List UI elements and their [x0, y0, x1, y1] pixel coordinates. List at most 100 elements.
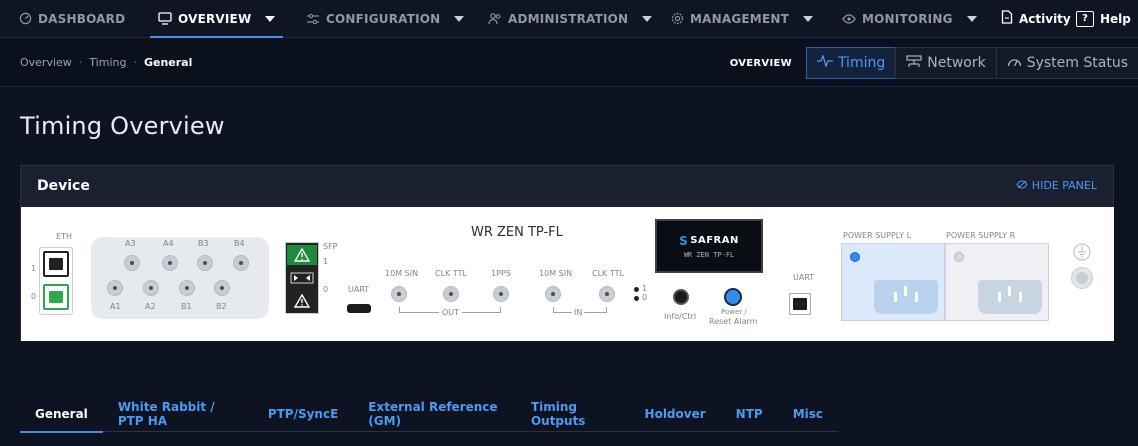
out-10m-sin-port[interactable] — [391, 286, 407, 302]
nav-monitoring-label: MONITORING — [862, 11, 953, 26]
port-a2-label: A2 — [145, 302, 156, 311]
panel-header: Device HIDE PANEL — [21, 166, 1113, 206]
ground-icon — [1073, 243, 1091, 265]
tab-system-status[interactable]: System Status — [995, 47, 1138, 79]
help-button[interactable]: ? Help — [1076, 10, 1131, 27]
info-ctrl-button[interactable] — [673, 289, 689, 305]
out-clk-ttl-port[interactable] — [443, 286, 459, 302]
nav-dashboard-label: DASHBOARD — [38, 11, 126, 26]
power-inlet-icon — [978, 280, 1042, 314]
in-10m-sin-port[interactable] — [545, 286, 561, 302]
breadcrumb-separator: · — [133, 56, 137, 69]
tab-timing-outputs[interactable]: Timing Outputs — [516, 396, 630, 432]
tab-general[interactable]: General — [20, 396, 103, 433]
chevron-down-icon — [966, 15, 977, 22]
port-a1[interactable] — [107, 280, 123, 296]
breadcrumb-separator: · — [78, 56, 83, 69]
power-supply-left[interactable] — [841, 243, 945, 321]
eye-off-icon — [1016, 179, 1028, 192]
port-b1[interactable] — [179, 280, 195, 296]
psu-right-label: POWER SUPPLY R — [946, 231, 1016, 240]
display-brand: S SAFRAN — [679, 233, 739, 248]
chevron-down-icon — [454, 15, 465, 22]
power-reset-button[interactable] — [724, 288, 742, 306]
help-label: Help — [1100, 11, 1131, 26]
eth-label: ETH — [56, 232, 72, 241]
psu-left-led — [850, 252, 860, 262]
port-b3[interactable] — [197, 255, 213, 271]
power-inlet-icon — [874, 280, 938, 314]
tab-external-reference[interactable]: External Reference (GM) — [353, 396, 516, 432]
page-title: Timing Overview — [20, 112, 225, 140]
port-a4[interactable] — [162, 255, 178, 271]
port-a3[interactable] — [124, 255, 140, 271]
uart-usb-port[interactable] — [347, 304, 371, 313]
out-10m-sin-label: 10M SIN — [385, 269, 419, 278]
display-brand-text: SAFRAN — [690, 235, 739, 246]
tab-timing[interactable]: Timing — [805, 47, 897, 79]
device-faceplate: ETH 1 0 A3 A4 B3 B4 A1 A2 B1 B2 SFP 1 0 … — [21, 207, 1114, 341]
sfp-connector-icon — [290, 269, 314, 284]
power-reset-label-2: Reset Alarm — [709, 317, 758, 326]
port-b1-label: B1 — [181, 302, 192, 311]
tab-holdover[interactable]: Holdover — [630, 396, 721, 432]
dashboard-gauge-icon — [18, 12, 32, 26]
tab-network-label: Network — [927, 55, 986, 71]
info-ctrl-label: Info/Ctrl — [664, 312, 697, 321]
nav-management-label: MANAGEMENT — [690, 11, 789, 26]
port-b4-label: B4 — [234, 239, 245, 248]
in-label: IN — [572, 308, 585, 317]
port-a2[interactable] — [143, 280, 159, 296]
tab-misc[interactable]: Misc — [778, 396, 838, 432]
sfp-port-0[interactable] — [287, 291, 317, 311]
led-1 — [634, 287, 639, 292]
nav-administration[interactable]: ADMINISTRATION — [488, 0, 653, 38]
sub-navigation: Overview · Timing · General OVERVIEW Tim… — [0, 39, 1138, 87]
document-icon — [1001, 10, 1013, 27]
tab-network[interactable]: Network — [895, 47, 997, 79]
psu-right-led — [954, 252, 964, 262]
hide-panel-button[interactable]: HIDE PANEL — [1016, 179, 1097, 192]
port-b2[interactable] — [214, 280, 230, 296]
uart-rj45-port[interactable] — [789, 293, 811, 315]
device-panel: Device HIDE PANEL ETH 1 0 A3 A4 B3 B4 A1… — [20, 165, 1114, 341]
nav-management[interactable]: MANAGEMENT — [670, 0, 813, 38]
tab-ntp[interactable]: NTP — [721, 396, 778, 432]
breadcrumb-overview[interactable]: Overview — [20, 56, 72, 69]
activity-button[interactable]: Activity — [1001, 10, 1071, 27]
in-clk-ttl-port[interactable] — [599, 286, 615, 302]
gauge-icon — [1007, 55, 1022, 72]
nav-monitoring[interactable]: MONITORING — [842, 0, 977, 38]
nav-overview-label: OVERVIEW — [178, 11, 252, 26]
led-0-label: 0 — [642, 293, 648, 302]
breadcrumb: Overview · Timing · General — [20, 56, 192, 69]
activity-label: Activity — [1019, 11, 1071, 26]
out-clk-ttl-label: CLK TTL — [435, 269, 467, 278]
nav-overview[interactable]: OVERVIEW — [149, 0, 284, 38]
tab-ptp-synce[interactable]: PTP/SyncE — [253, 396, 353, 432]
chevron-down-icon — [265, 15, 276, 22]
device-display: S SAFRAN WR ZEN TP-FL — [655, 219, 763, 273]
sfp-port-1-label: 1 — [323, 257, 329, 266]
in-clk-ttl-label: CLK TTL — [592, 269, 624, 278]
power-supply-right[interactable] — [945, 243, 1049, 321]
top-navigation: DASHBOARD OVERVIEW CONFIGURATION ADMINIS… — [0, 0, 1138, 38]
out-1pps-port[interactable] — [493, 286, 509, 302]
uart2-label: UART — [793, 273, 815, 282]
breadcrumb-timing[interactable]: Timing — [89, 56, 126, 69]
port-b3-label: B3 — [198, 239, 209, 248]
fuse-icon — [1071, 267, 1093, 289]
display-model: WR ZEN TP-FL — [683, 250, 735, 259]
users-icon — [488, 12, 502, 26]
chevron-down-icon — [642, 15, 653, 22]
nav-configuration[interactable]: CONFIGURATION — [306, 0, 465, 38]
in-10m-sin-label: 10M SIN — [539, 269, 573, 278]
nav-dashboard[interactable]: DASHBOARD — [18, 0, 125, 38]
port-b4[interactable] — [233, 255, 249, 271]
eth-port-1[interactable] — [43, 251, 69, 277]
out-1pps-label: 1PPS — [491, 269, 511, 278]
eth-port-0[interactable] — [43, 284, 69, 310]
sfp-port-1[interactable] — [287, 245, 317, 265]
sliders-icon — [306, 12, 320, 26]
tab-white-rabbit[interactable]: White Rabbit / PTP HA — [103, 396, 253, 432]
